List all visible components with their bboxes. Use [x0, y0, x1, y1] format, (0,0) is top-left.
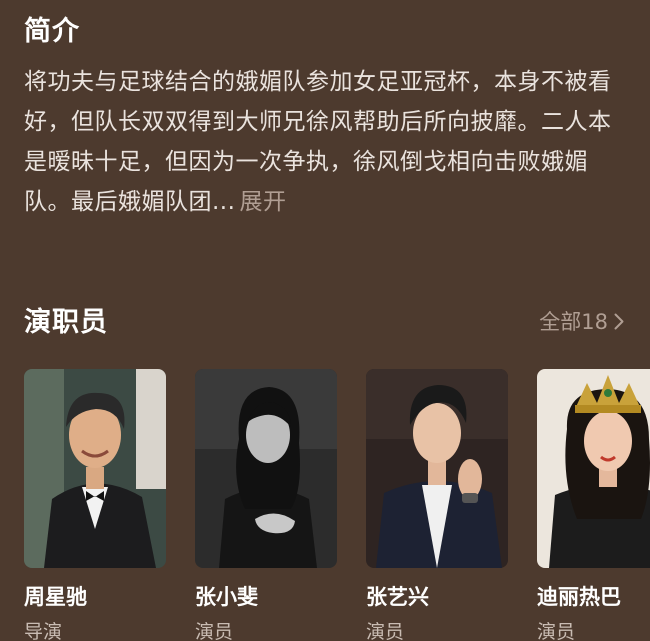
cast-photo-2	[195, 369, 337, 568]
cast-card-actor[interactable]: 迪丽热巴 演员	[537, 369, 650, 641]
cast-role: 演员	[537, 621, 576, 641]
cast-photo-1	[24, 369, 166, 568]
cast-title: 演职员	[24, 307, 108, 338]
intro-title: 简介	[24, 16, 80, 47]
chevron-right-icon	[614, 313, 624, 330]
cast-name: 张艺兴	[366, 585, 429, 609]
cast-card-actor[interactable]: 张艺兴 演员	[366, 369, 508, 641]
cast-role: 演员	[366, 621, 405, 641]
cast-card-director[interactable]: 周星驰 导演	[24, 369, 166, 641]
cast-name: 迪丽热巴	[537, 585, 621, 609]
see-all-cast-button[interactable]: 全部18	[539, 306, 624, 336]
cast-photo-3	[366, 369, 508, 568]
cast-list: 周星驰 导演 张小斐 演员 张艺兴 演员 迪丽热巴 演员	[24, 369, 650, 641]
see-all-label: 全部18	[539, 310, 608, 334]
cast-role: 导演	[24, 621, 63, 641]
synopsis-body: 将功夫与足球结合的娥媚队参加女足亚冠杯，本身不被看好，但队长双双得到大师兄徐风帮…	[24, 69, 612, 215]
cast-photo-4	[537, 369, 650, 568]
expand-link[interactable]: 展开	[239, 189, 286, 215]
cast-card-actor[interactable]: 张小斐 演员	[195, 369, 337, 641]
synopsis-text: 将功夫与足球结合的娥媚队参加女足亚冠杯，本身不被看好，但队长双双得到大师兄徐风帮…	[24, 62, 628, 222]
cast-name: 周星驰	[24, 585, 87, 609]
cast-name: 张小斐	[195, 585, 258, 609]
cast-role: 演员	[195, 621, 234, 641]
